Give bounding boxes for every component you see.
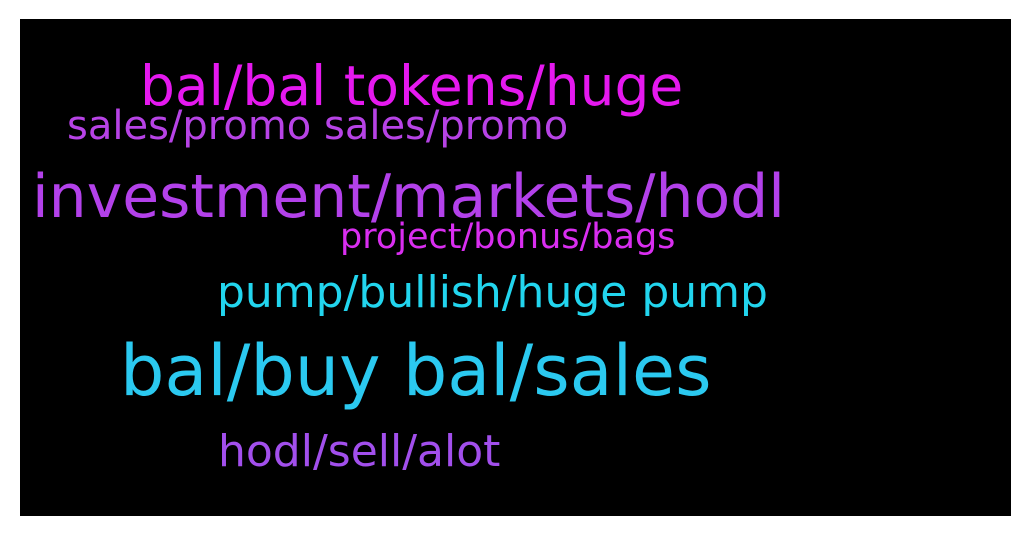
- word-cloud: bal/bal tokens/huge sales/promo sales/pr…: [20, 19, 1011, 516]
- cloud-word: pump/bullish/huge pump: [217, 267, 768, 318]
- cloud-word: hodl/sell/alot: [218, 426, 501, 477]
- cloud-word: bal/buy bal/sales: [120, 330, 712, 412]
- cloud-word: project/bonus/bags: [340, 217, 676, 257]
- cloud-word: sales/promo sales/promo: [67, 103, 569, 149]
